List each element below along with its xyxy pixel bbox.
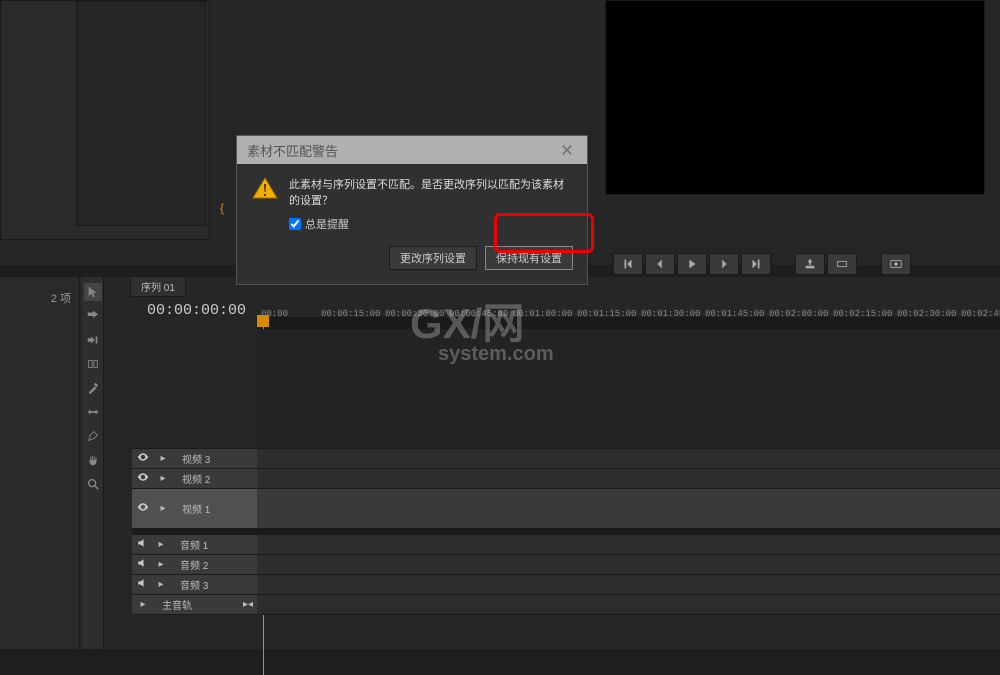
- checkbox-input[interactable]: [289, 218, 301, 230]
- track-label: 视频 3: [176, 451, 253, 466]
- speaker-icon[interactable]: [136, 577, 148, 592]
- in-out-bracket: {: [220, 201, 224, 215]
- eye-icon[interactable]: [136, 471, 150, 486]
- checkbox-label: 总是提醒: [305, 216, 349, 232]
- close-icon[interactable]: [557, 140, 577, 160]
- audio-track-2[interactable]: [257, 555, 1000, 575]
- timeline-panel: 序列 01 00:00:00:00 00:00 00:00:15:00 00:0…: [105, 277, 1000, 649]
- go-to-out-button[interactable]: [741, 253, 771, 275]
- hand-tool[interactable]: [84, 451, 102, 469]
- tracks-content[interactable]: [257, 329, 1000, 649]
- playhead[interactable]: [257, 315, 269, 327]
- zoom-tool[interactable]: [84, 475, 102, 493]
- sync-lock-icon[interactable]: ▸: [154, 539, 168, 550]
- track-label: 视频 2: [176, 471, 253, 486]
- track-label: 音频 3: [174, 577, 253, 592]
- step-back-button[interactable]: [645, 253, 675, 275]
- speaker-icon[interactable]: [136, 537, 148, 552]
- source-panel: [0, 0, 210, 240]
- sync-lock-icon[interactable]: ▸: [156, 473, 170, 484]
- audio-track-1[interactable]: [257, 535, 1000, 555]
- audio-track-3[interactable]: [257, 575, 1000, 595]
- eye-icon[interactable]: [136, 501, 150, 516]
- selection-tool[interactable]: [84, 283, 102, 301]
- razor-tool[interactable]: [84, 379, 102, 397]
- rate-stretch-tool[interactable]: [84, 355, 102, 373]
- clip-mismatch-warning-dialog: 素材不匹配警告 此素材与序列设置不匹配。是否更改序列以匹配为该素材的设置？ 总是…: [236, 135, 588, 285]
- video-track-2-header[interactable]: ▸ 视频 2: [132, 469, 257, 489]
- sync-lock-icon[interactable]: ▸: [154, 559, 168, 570]
- extract-button[interactable]: [827, 253, 857, 275]
- video-track-2[interactable]: [257, 469, 1000, 489]
- source-panel-inner: [76, 1, 206, 226]
- track-label: 音频 1: [174, 537, 253, 552]
- video-track-1-header[interactable]: ▸ 视频 1: [132, 489, 257, 529]
- sync-lock-icon[interactable]: ▸: [156, 453, 170, 464]
- stereo-icon: ▸◂: [243, 599, 253, 610]
- playhead-area[interactable]: [257, 317, 1000, 329]
- track-label: 视频 1: [176, 501, 253, 516]
- play-button[interactable]: [677, 253, 707, 275]
- change-sequence-settings-button[interactable]: 更改序列设置: [389, 246, 477, 270]
- step-forward-button[interactable]: [709, 253, 739, 275]
- speaker-icon[interactable]: [136, 557, 148, 572]
- dialog-titlebar[interactable]: 素材不匹配警告: [237, 136, 587, 164]
- export-frame-button[interactable]: [881, 253, 911, 275]
- lift-button[interactable]: [795, 253, 825, 275]
- go-to-in-button[interactable]: [613, 253, 643, 275]
- dialog-body: 此素材与序列设置不匹配。是否更改序列以匹配为该素材的设置？ 总是提醒 更改序列设…: [237, 164, 587, 284]
- track-headers: ▸ 视频 3 ▸ 视频 2 ▸ 视频 1 ▸ 音频 1 ▸: [132, 329, 257, 649]
- audio-track-2-header[interactable]: ▸ 音频 2: [132, 555, 257, 575]
- slip-tool[interactable]: [84, 403, 102, 421]
- dialog-buttons: 更改序列设置 保持现有设置: [289, 246, 573, 270]
- current-timecode[interactable]: 00:00:00:00: [147, 302, 246, 319]
- sequence-tab[interactable]: 序列 01: [130, 276, 186, 297]
- lower-section: 2 项 序列 01 00:00:00:00 00:00 00:00:15:00 …: [0, 277, 1000, 649]
- dialog-title: 素材不匹配警告: [247, 141, 338, 160]
- master-track[interactable]: [257, 595, 1000, 615]
- ripple-edit-tool[interactable]: [84, 331, 102, 349]
- video-track-3-header[interactable]: ▸ 视频 3: [132, 449, 257, 469]
- project-item-count: 2 项: [51, 290, 71, 306]
- sync-lock-icon[interactable]: ▸: [156, 503, 170, 514]
- sync-lock-icon[interactable]: ▸: [154, 579, 168, 590]
- expand-icon[interactable]: ▸: [136, 599, 150, 610]
- audio-track-1-header[interactable]: ▸ 音频 1: [132, 535, 257, 555]
- always-remind-checkbox[interactable]: 总是提醒: [289, 216, 573, 232]
- video-track-3[interactable]: [257, 449, 1000, 469]
- keep-existing-settings-button[interactable]: 保持现有设置: [485, 246, 573, 270]
- dialog-content: 此素材与序列设置不匹配。是否更改序列以匹配为该素材的设置？ 总是提醒 更改序列设…: [289, 176, 573, 270]
- track-select-tool[interactable]: [84, 307, 102, 325]
- master-track-header[interactable]: ▸ 主音轨 ▸◂: [132, 595, 257, 615]
- dialog-message: 此素材与序列设置不匹配。是否更改序列以匹配为该素材的设置？: [289, 176, 573, 208]
- video-track-1[interactable]: [257, 489, 1000, 529]
- warning-icon: [251, 176, 279, 200]
- eye-icon[interactable]: [136, 451, 150, 466]
- track-label: 音频 2: [174, 557, 253, 572]
- audio-track-3-header[interactable]: ▸ 音频 3: [132, 575, 257, 595]
- track-label: 主音轨: [156, 597, 237, 612]
- pen-tool[interactable]: [84, 427, 102, 445]
- program-monitor: [605, 0, 985, 195]
- tool-palette: [82, 277, 104, 649]
- project-panel: 2 项: [0, 277, 80, 649]
